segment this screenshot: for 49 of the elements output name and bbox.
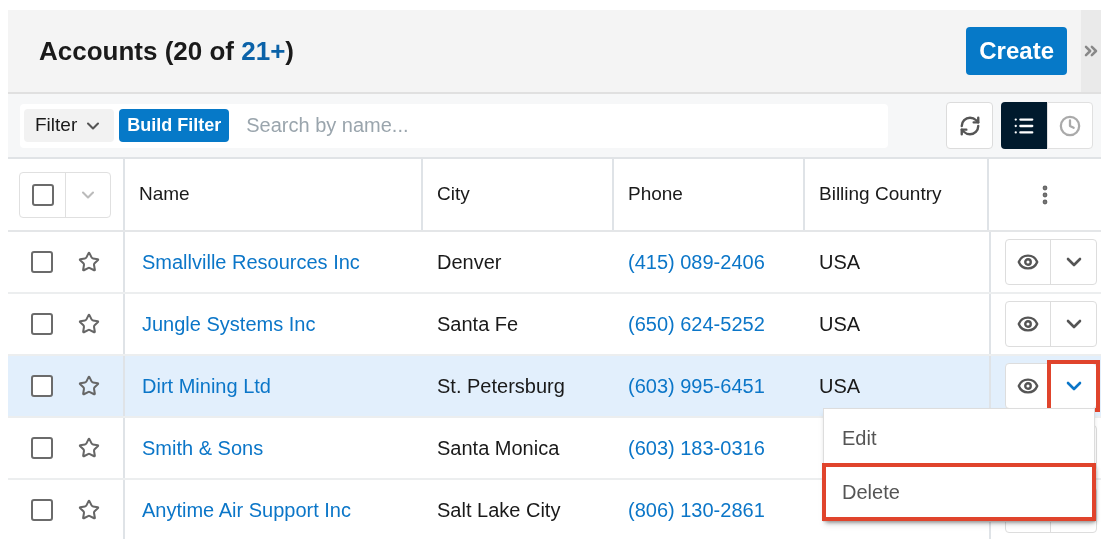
checkbox[interactable] (31, 499, 53, 521)
eye-icon (1017, 313, 1039, 335)
star-icon[interactable] (78, 437, 100, 459)
checkbox[interactable] (31, 437, 53, 459)
list-view-tab[interactable] (1001, 102, 1047, 149)
sidebar-toggle[interactable] (1081, 10, 1101, 92)
select-all-control[interactable] (19, 171, 111, 218)
refresh-icon (958, 114, 981, 137)
account-link[interactable]: Anytime Air Support Inc (142, 495, 351, 525)
phone-link[interactable]: (603) 183-0316 (628, 433, 765, 463)
column-header[interactable]: Phone (628, 180, 683, 209)
city-cell-text: Salt Lake City (437, 498, 561, 523)
eye-icon (1017, 251, 1039, 273)
star-icon[interactable] (78, 499, 100, 521)
table-row[interactable]: Jungle Systems Inc Santa Fe (650) 624-5252 USA (8, 294, 1101, 356)
filter-dropdown[interactable]: Filter (24, 109, 115, 142)
account-link[interactable]: Dirt Mining Ltd (142, 371, 271, 401)
refresh-button[interactable] (946, 102, 993, 149)
phone-link[interactable]: (806) 130-2861 (628, 495, 765, 525)
eye-icon (1017, 375, 1039, 397)
country-cell-text: USA (819, 250, 861, 275)
checkbox[interactable] (31, 375, 53, 397)
star-icon[interactable] (78, 313, 100, 335)
account-link[interactable]: Smallville Resources Inc (142, 247, 360, 277)
clock-icon (1059, 114, 1081, 137)
country-cell-text: USA (819, 312, 861, 337)
build-filter-button[interactable]: Build Filter (119, 109, 230, 142)
column-header[interactable]: Name (139, 180, 190, 209)
account-link[interactable]: Smith & Sons (142, 433, 264, 463)
country-cell-text: USA (819, 374, 861, 399)
create-button[interactable]: Create (966, 27, 1067, 75)
table-row[interactable]: Smallville Resources Inc Denver (415) 089-2406 USA (8, 232, 1101, 294)
column-header[interactable]: City (437, 180, 470, 209)
city-cell-text: St. Petersburg (437, 374, 565, 399)
column-header[interactable]: Billing Country (819, 180, 942, 209)
checkbox[interactable] (31, 251, 53, 273)
city-cell-text: Santa Monica (437, 436, 560, 461)
city-cell-text: Santa Fe (437, 312, 519, 337)
city-cell-text: Denver (437, 250, 502, 275)
checkbox[interactable] (31, 313, 53, 335)
star-icon[interactable] (78, 375, 100, 397)
star-icon[interactable] (78, 251, 100, 273)
search-field[interactable]: Search by name... (229, 103, 888, 148)
page-title: Accounts (20 of 21+) (39, 34, 295, 68)
phone-link[interactable]: (650) 624-5252 (628, 309, 765, 339)
account-link[interactable]: Jungle Systems Inc (142, 309, 316, 339)
phone-link[interactable]: (603) 995-6451 (628, 371, 765, 401)
phone-link[interactable]: (415) 089-2406 (628, 247, 765, 277)
checkbox[interactable] (31, 183, 54, 206)
